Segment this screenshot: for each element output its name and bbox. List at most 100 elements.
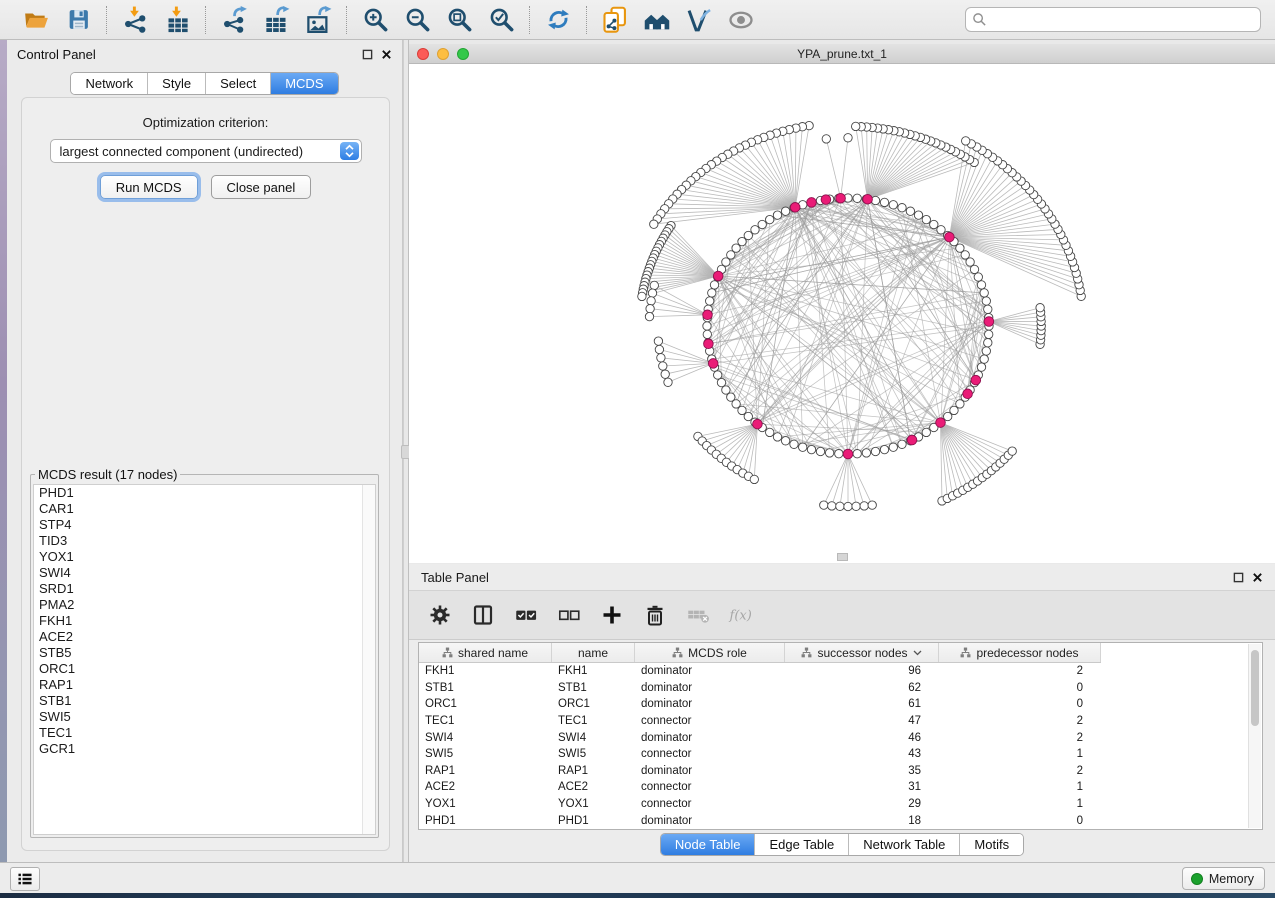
task-history-button[interactable]: [10, 867, 40, 891]
network-canvas[interactable]: [409, 64, 1275, 563]
table-cell: RAP1: [419, 765, 552, 777]
mcds-result-item[interactable]: SRD1: [34, 581, 375, 597]
mcds-result-item[interactable]: PHD1: [34, 485, 375, 501]
column-header-shared-name[interactable]: shared name: [419, 643, 552, 662]
export-image-button[interactable]: [304, 6, 332, 34]
tab-mcds[interactable]: MCDS: [271, 73, 337, 94]
table-row[interactable]: SWI4SWI4dominator462: [419, 729, 1262, 746]
node-table-body: FKH1FKH1dominator962STB1STB1dominator620…: [419, 663, 1262, 829]
export-table-button[interactable]: [262, 6, 290, 34]
import-table-button[interactable]: [163, 6, 191, 34]
table-row[interactable]: ORC1ORC1dominator610: [419, 696, 1262, 713]
node-table: shared name name MCDS role successor nod…: [418, 642, 1263, 830]
select-all-columns-button[interactable]: [513, 602, 539, 628]
table-row[interactable]: RAP1RAP1dominator352: [419, 763, 1262, 780]
maximize-window-icon[interactable]: [457, 48, 469, 60]
mcds-list-scrollbar[interactable]: [362, 485, 375, 834]
search-icon: [972, 12, 987, 27]
main-toolbar: [0, 0, 1275, 40]
table-cell: PHD1: [419, 815, 552, 827]
mcds-result-item[interactable]: RAP1: [34, 677, 375, 693]
close-window-icon[interactable]: [417, 48, 429, 60]
table-cell: dominator: [635, 815, 785, 827]
table-cell: 18: [785, 815, 939, 827]
mcds-result-item[interactable]: TID3: [34, 533, 375, 549]
table-cell: SWI4: [552, 732, 635, 744]
column-header-successor-nodes[interactable]: successor nodes: [785, 643, 939, 662]
zoom-in-button[interactable]: [361, 6, 389, 34]
tab-network-table[interactable]: Network Table: [849, 834, 960, 855]
mcds-panel: Optimization criterion: largest connecte…: [21, 97, 390, 851]
mcds-result-item[interactable]: ACE2: [34, 629, 375, 645]
table-cell: ACE2: [552, 781, 635, 793]
table-row[interactable]: ACE2ACE2connector311: [419, 779, 1262, 796]
table-scrollbar-thumb[interactable]: [1251, 650, 1259, 726]
save-session-button[interactable]: [64, 6, 92, 34]
mcds-result-item[interactable]: FKH1: [34, 613, 375, 629]
show-columns-button[interactable]: [470, 602, 496, 628]
minimize-window-icon[interactable]: [437, 48, 449, 60]
mcds-result-item[interactable]: ORC1: [34, 661, 375, 677]
mcds-result-item[interactable]: STP4: [34, 517, 375, 533]
refresh-view-button[interactable]: [544, 6, 572, 34]
table-row[interactable]: STB1STB1dominator620: [419, 680, 1262, 697]
mcds-result-item[interactable]: STB5: [34, 645, 375, 661]
tab-network[interactable]: Network: [71, 73, 148, 94]
table-row[interactable]: FKH1FKH1dominator962: [419, 663, 1262, 680]
eye-icon: [727, 6, 755, 34]
table-scrollbar[interactable]: [1248, 644, 1261, 828]
search-box[interactable]: [965, 7, 1261, 32]
mcds-result-item[interactable]: SWI4: [34, 565, 375, 581]
mcds-result-item[interactable]: CAR1: [34, 501, 375, 517]
unselect-all-columns-button[interactable]: [556, 602, 582, 628]
tab-edge-table[interactable]: Edge Table: [755, 834, 849, 855]
table-cell: YOX1: [552, 798, 635, 810]
mcds-result-item[interactable]: PMA2: [34, 597, 375, 613]
zoom-out-button[interactable]: [403, 6, 431, 34]
tab-select[interactable]: Select: [206, 73, 271, 94]
table-row[interactable]: YOX1YOX1connector291: [419, 796, 1262, 813]
mcds-result-list[interactable]: PHD1CAR1STP4TID3YOX1SWI4SRD1PMA2FKH1ACE2…: [33, 484, 376, 835]
criterion-dropdown[interactable]: largest connected component (undirected): [50, 139, 362, 163]
float-panel-icon[interactable]: [1233, 572, 1244, 583]
search-input[interactable]: [987, 13, 1254, 27]
trash-icon: [643, 603, 667, 627]
mcds-result-item[interactable]: SWI5: [34, 709, 375, 725]
zoom-fit-button[interactable]: [445, 6, 473, 34]
mcds-result-item[interactable]: YOX1: [34, 549, 375, 565]
tab-node-table[interactable]: Node Table: [661, 834, 756, 855]
column-header-predecessor-nodes[interactable]: predecessor nodes: [939, 643, 1101, 662]
close-panel-icon[interactable]: [381, 49, 392, 60]
table-row[interactable]: SWI5SWI5connector431: [419, 746, 1262, 763]
column-header-name[interactable]: name: [552, 643, 635, 662]
clone-network-button[interactable]: [601, 6, 629, 34]
memory-button[interactable]: Memory: [1182, 867, 1265, 890]
show-hidden-button[interactable]: [727, 6, 755, 34]
first-neighbors-button[interactable]: [643, 6, 671, 34]
delete-column-button[interactable]: [642, 602, 668, 628]
mcds-result-item[interactable]: GCR1: [34, 741, 375, 757]
export-network-button[interactable]: [220, 6, 248, 34]
tab-style[interactable]: Style: [148, 73, 206, 94]
control-panel: Control Panel Network Style Select MCDS …: [7, 40, 403, 862]
open-session-button[interactable]: [22, 6, 50, 34]
import-network-button[interactable]: [121, 6, 149, 34]
mcds-result-item[interactable]: STB1: [34, 693, 375, 709]
app: { "toolbar": { "search_placeholder": "",…: [0, 0, 1275, 898]
hide-selected-button[interactable]: [685, 6, 713, 34]
float-panel-icon[interactable]: [362, 49, 373, 60]
close-panel-icon[interactable]: [1252, 572, 1263, 583]
column-header-mcds-role[interactable]: MCDS role: [635, 643, 785, 662]
create-column-button[interactable]: [599, 602, 625, 628]
table-row[interactable]: TEC1TEC1connector472: [419, 713, 1262, 730]
table-settings-button[interactable]: [427, 602, 453, 628]
close-panel-button[interactable]: Close panel: [211, 175, 312, 199]
tab-motifs[interactable]: Motifs: [960, 834, 1023, 855]
checked-boxes-icon: [513, 602, 539, 628]
zoom-selected-button[interactable]: [487, 6, 515, 34]
network-window-titlebar[interactable]: YPA_prune.txt_1: [409, 44, 1275, 64]
table-cell: 2: [939, 665, 1101, 677]
canvas-splitter-knob[interactable]: [837, 553, 848, 561]
run-mcds-button[interactable]: Run MCDS: [100, 175, 198, 199]
mcds-result-item[interactable]: TEC1: [34, 725, 375, 741]
